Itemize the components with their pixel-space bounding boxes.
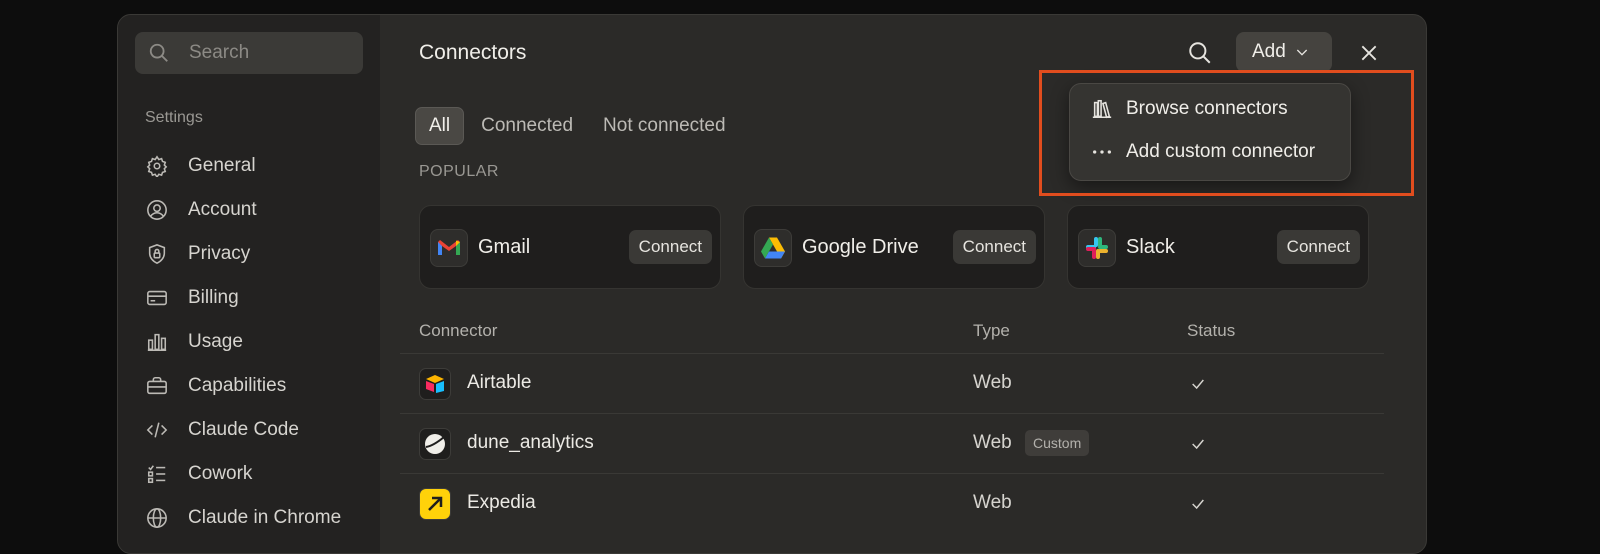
sidebar-item-privacy[interactable]: Privacy — [145, 239, 365, 269]
popular-label: POPULAR — [419, 163, 499, 180]
close-icon[interactable] — [1359, 43, 1379, 63]
sidebar-item-label: Capabilities — [188, 375, 287, 396]
row-name: Airtable — [467, 372, 532, 393]
sidebar-item-general[interactable]: General — [145, 151, 365, 181]
check-icon — [1192, 379, 1204, 390]
popular-card-google-drive: Google Drive Connect — [743, 205, 1045, 289]
add-button-label: Add — [1252, 41, 1286, 62]
filter-tabs: All Connected Not connected — [415, 107, 743, 145]
dune-analytics-icon — [419, 428, 451, 460]
sidebar-item-label: Usage — [188, 331, 243, 352]
table-row[interactable]: Airtable Web — [400, 353, 1384, 413]
table-row[interactable]: Expedia Web — [400, 473, 1384, 533]
code-icon — [145, 418, 169, 442]
sidebar-item-label: Claude in Chrome — [188, 507, 342, 528]
column-header-connector: Connector — [419, 321, 498, 340]
gear-icon — [145, 154, 169, 178]
globe-icon — [145, 506, 169, 530]
chevron-down-icon — [1296, 49, 1307, 56]
connect-button[interactable]: Connect — [1276, 230, 1360, 264]
row-type: Web — [973, 432, 1012, 453]
credit-card-icon — [145, 286, 169, 310]
table-row[interactable]: dune_analytics Web Custom — [400, 413, 1384, 473]
search-input[interactable]: Search — [135, 32, 363, 74]
tab-connected[interactable]: Connected — [468, 107, 586, 145]
page-title: Connectors — [419, 41, 527, 64]
tab-all[interactable]: All — [415, 107, 465, 145]
section-label: Settings — [145, 109, 203, 126]
search-placeholder: Search — [189, 42, 250, 63]
sidebar: Search Settings General Account Privacy … — [118, 15, 380, 553]
bar-chart-icon — [145, 330, 169, 354]
sidebar-item-label: Billing — [188, 287, 239, 308]
column-header-status: Status — [1187, 321, 1236, 340]
custom-badge: Custom — [1025, 430, 1090, 456]
connect-button[interactable]: Connect — [952, 230, 1036, 264]
sidebar-item-cowork[interactable]: Cowork — [145, 459, 365, 489]
user-circle-icon — [145, 198, 169, 222]
sidebar-item-account[interactable]: Account — [145, 195, 365, 225]
sidebar-item-label: Account — [188, 199, 257, 220]
row-type: Web — [973, 372, 1012, 393]
expedia-icon — [419, 488, 451, 520]
card-name: Slack — [1126, 236, 1175, 258]
sidebar-item-label: General — [188, 155, 256, 176]
row-type: Web — [973, 492, 1012, 513]
sidebar-item-usage[interactable]: Usage — [145, 327, 365, 357]
google-drive-icon — [754, 229, 792, 267]
slack-icon — [1078, 229, 1116, 267]
popular-card-gmail: Gmail Connect — [419, 205, 721, 289]
airtable-icon — [419, 368, 451, 400]
sidebar-item-billing[interactable]: Billing — [145, 283, 365, 313]
sidebar-item-label: Cowork — [188, 463, 253, 484]
tab-not-connected[interactable]: Not connected — [590, 107, 739, 145]
add-button[interactable]: Add — [1236, 32, 1332, 72]
briefcase-icon — [145, 374, 169, 398]
sidebar-item-capabilities[interactable]: Capabilities — [145, 371, 365, 401]
highlight-box — [1039, 70, 1414, 196]
sidebar-item-label: Privacy — [188, 243, 251, 264]
gmail-icon — [430, 229, 468, 267]
checklist-icon — [145, 462, 169, 486]
row-name: dune_analytics — [467, 432, 594, 453]
card-name: Gmail — [478, 236, 531, 258]
check-icon — [1192, 439, 1204, 450]
sidebar-item-claude-in-chrome[interactable]: Claude in Chrome — [145, 503, 365, 533]
row-name: Expedia — [467, 492, 536, 513]
shield-lock-icon — [145, 242, 169, 266]
card-name: Google Drive — [802, 236, 919, 258]
column-header-type: Type — [973, 321, 1010, 340]
search-icon[interactable] — [1187, 40, 1213, 66]
connect-button[interactable]: Connect — [628, 230, 712, 264]
check-icon — [1192, 499, 1204, 510]
sidebar-item-label: Claude Code — [188, 419, 299, 440]
popular-card-slack: Slack Connect — [1067, 205, 1369, 289]
sidebar-item-claude-code[interactable]: Claude Code — [145, 415, 365, 445]
search-icon — [149, 43, 168, 62]
